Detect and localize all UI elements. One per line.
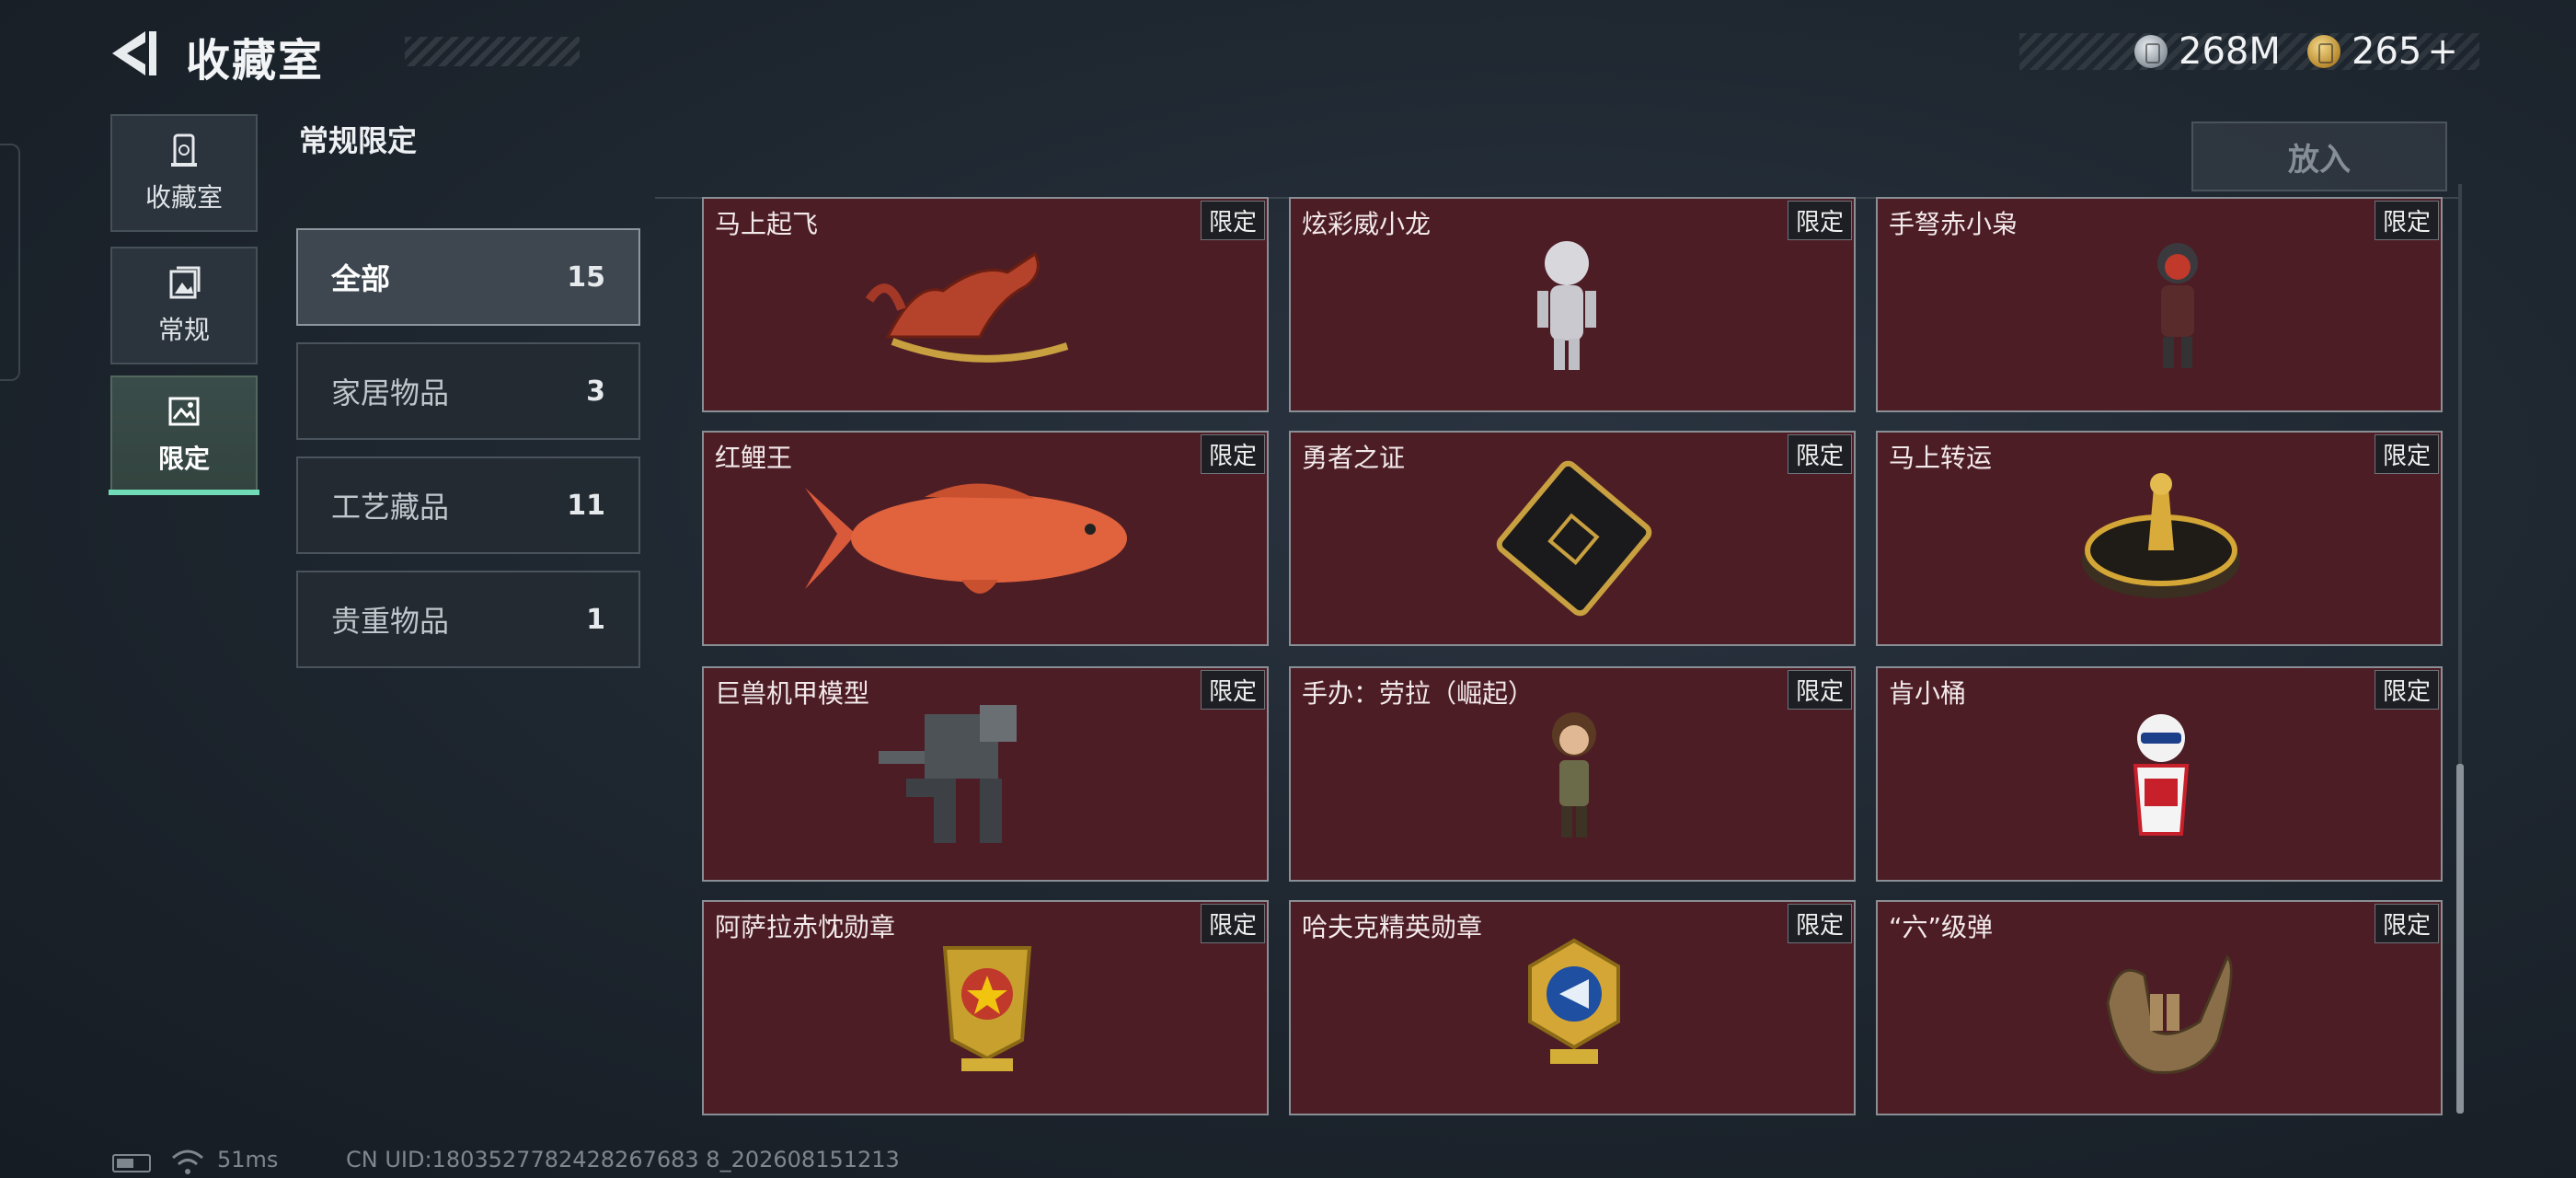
rail-tab-label: 收藏室 [144, 182, 223, 213]
item-card[interactable]: 手办：劳拉（崛起） 限定 [1289, 666, 1856, 882]
item-card[interactable]: 勇者之证 限定 [1289, 431, 1856, 646]
collection-room-icon [171, 133, 197, 167]
limited-image-icon [168, 397, 200, 426]
item-card[interactable]: 炫彩威小龙 限定 [1289, 197, 1856, 412]
item-card[interactable]: 阿萨拉赤忱勋章 限定 [702, 900, 1269, 1115]
category-all[interactable]: 全部 15 [296, 228, 640, 326]
item-name: 红鲤王 [715, 443, 793, 473]
category-count: 15 [567, 260, 605, 294]
item-name: 勇者之证 [1302, 443, 1406, 473]
rail-tab-collection-room[interactable]: 收藏室 [110, 114, 258, 232]
item-name: 阿萨拉赤忱勋章 [715, 912, 896, 942]
item-card[interactable]: 哈夫克精英勋章 限定 [1289, 900, 1856, 1115]
category-name: 贵重物品 [331, 604, 450, 639]
silver-currency[interactable]: 268M [2134, 28, 2281, 75]
title-decoration [405, 37, 580, 66]
category-crafts[interactable]: 工艺藏品 11 [296, 456, 640, 554]
item-card[interactable]: 红鲤王 限定 [702, 431, 1269, 646]
item-card[interactable]: 肯小桶 限定 [1876, 666, 2443, 882]
limited-tag: 限定 [2374, 434, 2439, 474]
item-card[interactable]: 马上起飞 限定 [702, 197, 1269, 412]
limited-tag: 限定 [1787, 434, 1852, 474]
gold-currency[interactable]: 265 + [2307, 28, 2458, 75]
rail-tab-limited[interactable]: 限定 [110, 375, 258, 493]
put-in-button[interactable]: 放入 [2191, 121, 2447, 191]
limited-tag: 限定 [1200, 434, 1265, 474]
regular-photo-icon [169, 266, 201, 299]
item-name: 肯小桶 [1889, 678, 1967, 709]
silver-coin-icon [2134, 35, 2168, 68]
limited-tag: 限定 [2374, 670, 2439, 710]
scrollbar-thumb[interactable] [2456, 764, 2464, 1114]
item-name: 马上转运 [1889, 443, 1993, 473]
rail-tab-label: 限定 [157, 444, 210, 474]
uid-readout: CN UID:1803527782428267683 8_20260815121… [346, 1147, 900, 1172]
item-card[interactable]: 马上转运 限定 [1876, 431, 2443, 646]
item-card[interactable]: 手弩赤小枭 限定 [1876, 197, 2443, 412]
page-title: 收藏室 [186, 35, 325, 87]
limited-tag: 限定 [1200, 201, 1265, 240]
active-tab-indicator [109, 490, 259, 495]
rail-tab-regular[interactable]: 常规 [110, 247, 258, 364]
item-name: 手办：劳拉（崛起） [1302, 678, 1535, 709]
limited-tag: 限定 [2374, 201, 2439, 240]
item-name: “六”级弹 [1889, 912, 1994, 942]
item-card[interactable]: 巨兽机甲模型 限定 [702, 666, 1269, 882]
limited-tag: 限定 [1787, 904, 1852, 943]
back-arrow-icon[interactable] [109, 28, 158, 79]
limited-tag: 限定 [1787, 670, 1852, 710]
limited-tag: 限定 [2374, 904, 2439, 943]
ping-readout: 51ms [217, 1147, 279, 1172]
category-name: 工艺藏品 [331, 490, 450, 525]
item-name: 马上起飞 [715, 209, 819, 239]
item-card[interactable]: “六”级弹 限定 [1876, 900, 2443, 1115]
category-valuables[interactable]: 贵重物品 1 [296, 571, 640, 668]
gold-currency-value: 265 [2352, 30, 2422, 73]
category-count: 1 [586, 603, 605, 636]
limited-tag: 限定 [1787, 201, 1852, 240]
category-count: 11 [567, 489, 605, 522]
section-title: 常规限定 [299, 123, 418, 158]
limited-tag: 限定 [1200, 670, 1265, 710]
wifi-icon [172, 1149, 203, 1174]
item-name: 炫彩威小龙 [1302, 209, 1432, 239]
add-currency-button[interactable]: + [2427, 30, 2458, 73]
category-home-items[interactable]: 家居物品 3 [296, 342, 640, 440]
item-name: 巨兽机甲模型 [715, 678, 870, 709]
category-name: 家居物品 [331, 375, 450, 410]
item-name: 手弩赤小枭 [1889, 209, 2018, 239]
category-name: 全部 [331, 261, 391, 296]
rail-tab-label: 常规 [157, 315, 210, 345]
item-name: 哈夫克精英勋章 [1302, 912, 1483, 942]
battery-icon [112, 1154, 151, 1172]
silver-currency-value: 268M [2179, 30, 2281, 73]
category-count: 3 [586, 375, 605, 408]
side-pull-tab[interactable] [0, 144, 20, 381]
gold-coin-icon [2307, 35, 2340, 68]
limited-tag: 限定 [1200, 904, 1265, 943]
